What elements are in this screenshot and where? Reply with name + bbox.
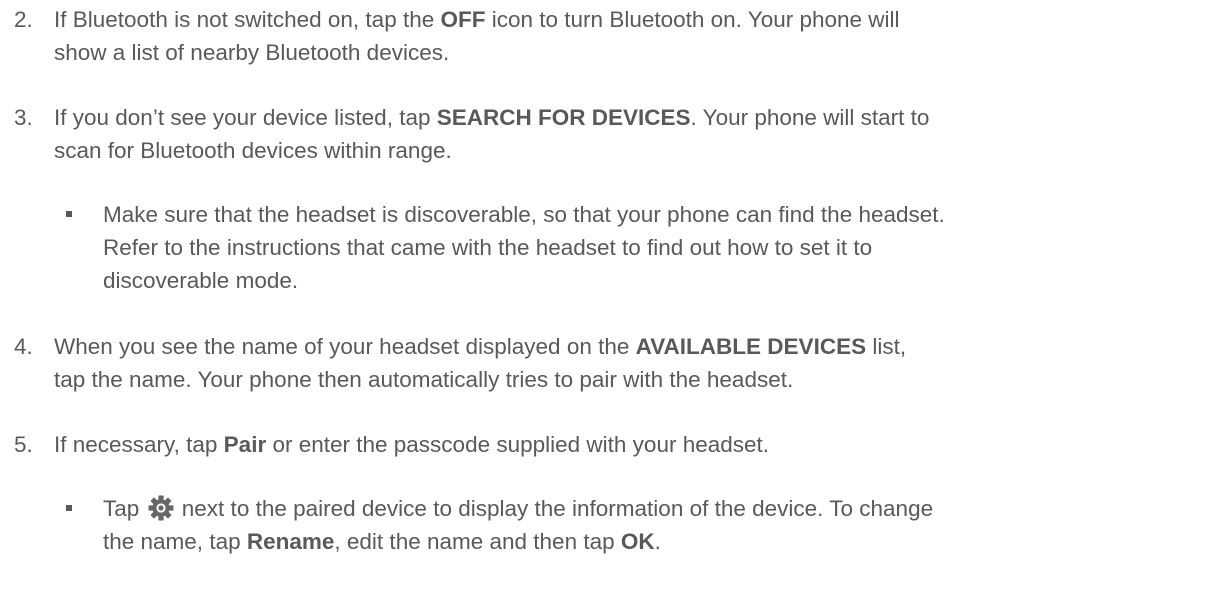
step-number: 2. [14, 7, 33, 32]
step-text-part: list, [866, 334, 907, 359]
step-text: If necessary, tap Pair or enter the pass… [54, 428, 1204, 461]
pair-label: Pair [223, 432, 267, 457]
step-text-part: If you don’t see your device listed, tap [54, 105, 437, 130]
ok-label: OK [620, 529, 655, 554]
bullet-marker [66, 505, 72, 511]
step-text-line2: tap the name. Your phone then automatica… [54, 367, 794, 392]
step-text-line2: show a list of nearby Bluetooth devices. [54, 40, 450, 65]
step-text: If you don’t see your device listed, tap… [54, 101, 1204, 167]
step-text-part: When you see the name of your headset di… [54, 334, 636, 359]
step-text: If Bluetooth is not switched on, tap the… [54, 3, 1204, 69]
available-devices-label: AVAILABLE DEVICES [635, 334, 867, 359]
step-number: 3. [14, 105, 33, 130]
step-number: 4. [14, 334, 33, 359]
step-text: When you see the name of your headset di… [54, 330, 1204, 396]
step-text-part: icon to turn Bluetooth on. Your phone wi… [485, 7, 900, 32]
step-text-part: . Your phone will start to [690, 105, 930, 130]
step-text-part: If Bluetooth is not switched on, tap the [54, 7, 441, 32]
off-label: OFF [440, 7, 486, 32]
step-number: 5. [14, 432, 33, 457]
step-text-line2: scan for Bluetooth devices within range. [54, 138, 452, 163]
bullet-marker [66, 211, 72, 217]
step-text-part: or enter the passcode supplied with your… [266, 432, 770, 457]
search-for-devices-label: SEARCH FOR DEVICES [436, 105, 691, 130]
step-text-part: If necessary, tap [54, 432, 224, 457]
rename-label: Rename [246, 529, 335, 554]
bullet-text: Tap next to the paired device to display… [103, 495, 934, 554]
bullet-text: Make sure that the headset is discoverab… [103, 202, 945, 293]
gear-icon [148, 495, 174, 521]
